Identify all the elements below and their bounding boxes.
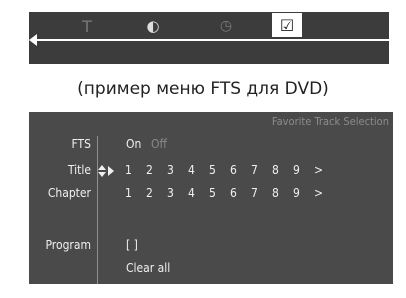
fts-menu-panel: Favorite Track Selection FTS On Off Titl… [29, 112, 393, 284]
chapter-next-arrow[interactable]: > [314, 186, 335, 200]
caption: (пример меню FTS для DVD) [77, 79, 329, 99]
title-item[interactable]: 1 [125, 163, 146, 177]
chapter-item[interactable]: 5 [209, 186, 230, 200]
chapter-item[interactable]: 6 [230, 186, 251, 200]
chapter-number-list: 1 2 3 4 5 6 7 8 9 > [125, 186, 335, 200]
menu-bar-line [35, 39, 389, 41]
up-arrow-icon [98, 165, 106, 170]
checkbox-icon[interactable]: ☑ [272, 13, 302, 37]
title-item[interactable]: 9 [293, 163, 314, 177]
title-item[interactable]: 7 [251, 163, 272, 177]
fts-off-option[interactable]: Off [151, 137, 167, 151]
title-item[interactable]: 3 [167, 163, 188, 177]
title-number-list: 1 2 3 4 5 6 7 8 9 > [125, 163, 335, 177]
selector-cursor [98, 163, 120, 179]
text-icon[interactable]: T [77, 16, 97, 36]
chapter-item[interactable]: 3 [167, 186, 188, 200]
chapter-item[interactable]: 8 [272, 186, 293, 200]
program-slot[interactable]: [ ] [126, 238, 138, 252]
right-arrow-icon [108, 166, 114, 176]
chapter-item[interactable]: 4 [188, 186, 209, 200]
chapter-item[interactable]: 2 [146, 186, 167, 200]
title-label: Title [67, 163, 91, 177]
menu-header: Favorite Track Selection [271, 115, 389, 128]
title-item[interactable]: 4 [188, 163, 209, 177]
program-label: Program [45, 238, 92, 252]
chapter-item[interactable]: 7 [251, 186, 272, 200]
column-divider [97, 136, 98, 284]
title-next-arrow[interactable]: > [314, 163, 335, 177]
chapter-item[interactable]: 1 [125, 186, 146, 200]
title-item[interactable]: 8 [272, 163, 293, 177]
chapter-label: Chapter [47, 186, 91, 200]
title-item[interactable]: 6 [230, 163, 251, 177]
left-arrow-icon[interactable] [29, 34, 37, 46]
disc-icon[interactable]: ◐ [143, 16, 163, 36]
title-item[interactable]: 2 [146, 163, 167, 177]
chapter-item[interactable]: 9 [293, 186, 314, 200]
fts-on-option[interactable]: On [126, 137, 141, 151]
fts-label: FTS [71, 137, 91, 151]
menu-icon-bar: T ◐ ◷ ☑ [29, 12, 389, 64]
clear-all-button[interactable]: Clear all [126, 261, 170, 275]
title-item[interactable]: 5 [209, 163, 230, 177]
down-arrow-icon [98, 172, 106, 177]
clock-icon[interactable]: ◷ [215, 16, 237, 36]
